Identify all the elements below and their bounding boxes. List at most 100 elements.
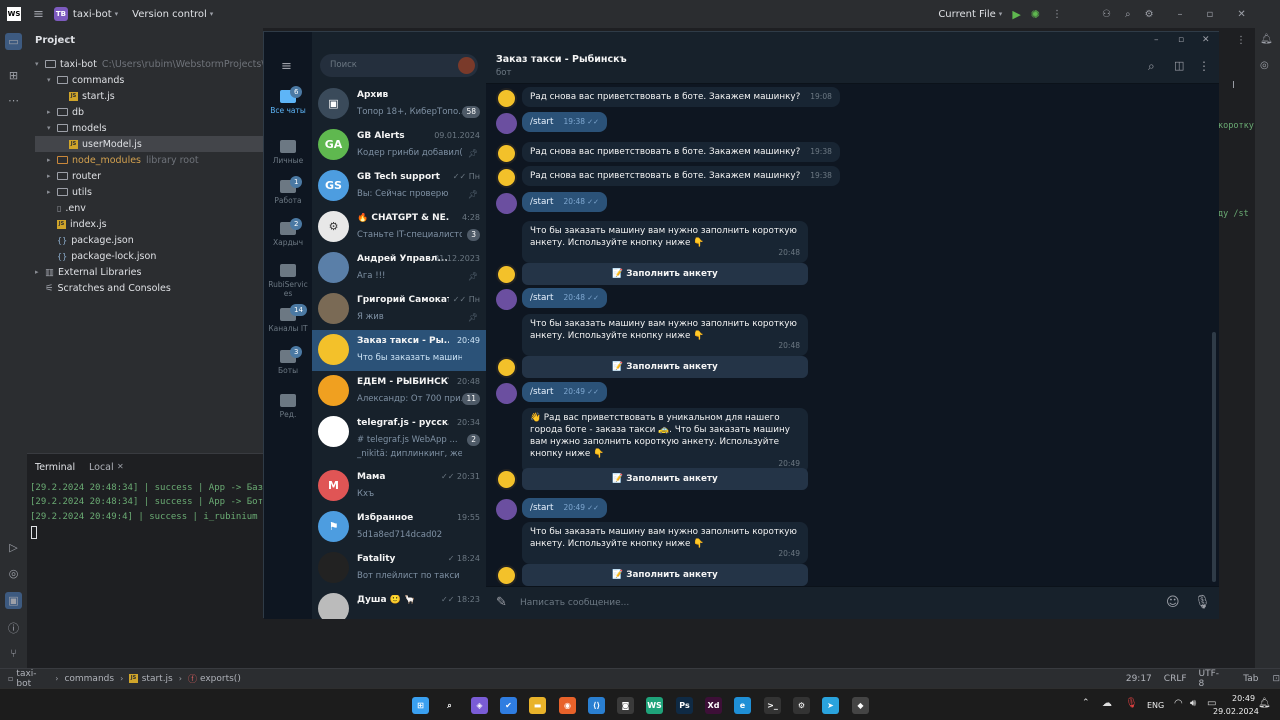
vpn-taskbar-icon[interactable]: ◙ [617, 697, 634, 714]
volume-icon[interactable]: 🔊︎ [1190, 698, 1196, 709]
fill-form-button[interactable]: 📝 Заполнить анкету [522, 564, 808, 586]
outgoing-message[interactable]: /start 20:49 ✓✓ [522, 382, 608, 402]
wifi-icon[interactable]: ◠ [1174, 698, 1183, 709]
microphone-icon[interactable]: 🎙︎ [1194, 595, 1211, 610]
terminal-tool-icon[interactable]: ▣ [5, 592, 22, 609]
problems-icon[interactable]: ⓘ [5, 619, 22, 636]
incoming-message[interactable]: 👋 Рад вас приветствовать в уникальном дл… [522, 408, 808, 474]
avatar[interactable] [496, 289, 517, 310]
chat-item[interactable]: ЕДЕМ - РЫБИНСКЪ 20:48 Александр: От 700 пр… [312, 371, 486, 412]
todo-taskbar-icon[interactable]: ✔ [500, 697, 517, 714]
minimize-icon[interactable]: – [1178, 9, 1183, 20]
bot-avatar[interactable] [496, 88, 517, 109]
chevron-icon[interactable]: ▸ [47, 172, 57, 180]
tree-item[interactable]: ▾ commands [47, 72, 124, 88]
chat-title[interactable]: Заказ такси - Рыбинскъ [496, 54, 627, 65]
avatar[interactable] [458, 57, 475, 74]
chevron-icon[interactable]: ▾ [47, 76, 57, 84]
chat-item[interactable]: ⚑ Избранное 19:55 5d1a8ed714dcad02 [312, 507, 486, 548]
hamburger-menu-icon[interactable]: ≡ [33, 7, 44, 22]
close-icon[interactable]: ✕ [1202, 35, 1210, 45]
tree-item[interactable]: ▯ .env [47, 200, 86, 216]
bot-avatar[interactable] [496, 264, 517, 285]
ide-logo-icon[interactable]: WS [7, 7, 21, 21]
search-icon[interactable]: ⌕ [1125, 9, 1131, 20]
incoming-message[interactable]: Рад снова вас приветствовать в боте. Зак… [522, 166, 840, 186]
chat-item[interactable]: Андрей Управл... 31.12.2023 Ага !!! 📌︎ [312, 248, 486, 289]
hamburger-menu-icon[interactable]: ≡ [281, 59, 292, 74]
message-input[interactable]: Написать сообщение... [520, 598, 629, 608]
git-icon[interactable]: ⑂ [5, 645, 22, 662]
more-icon[interactable]: ⋮ [1236, 35, 1246, 46]
outgoing-message[interactable]: /start 20:48 ✓✓ [522, 288, 608, 308]
bot-avatar[interactable] [496, 143, 517, 164]
project-switcher[interactable]: taxi-bot [73, 9, 112, 20]
telegram-taskbar-icon[interactable]: ➤ [822, 697, 839, 714]
breadcrumb-item[interactable]: commands [64, 674, 114, 684]
bot-avatar[interactable] [496, 167, 517, 188]
tree-item[interactable]: ▸ router [47, 168, 101, 184]
start-taskbar-icon[interactable]: ⊞ [412, 697, 429, 714]
search-box[interactable]: Поиск [320, 54, 478, 77]
add-user-icon[interactable]: ⚇ [1102, 9, 1111, 20]
chat-item[interactable]: telegraf.js - русск... 20:34 # telegraf.js… [312, 412, 486, 453]
chat-item[interactable]: Григорий Самокаты✓✓ Пн Я жив 📌︎ [312, 289, 486, 330]
project-tool-icon[interactable]: ▭ [5, 33, 22, 50]
xd-taskbar-icon[interactable]: Xd [705, 697, 722, 714]
edge-taskbar-icon[interactable]: e [734, 697, 751, 714]
project-panel-title[interactable]: Project [35, 35, 75, 46]
chat-item[interactable]: Заказ такси - Ры... 20:49 Что бы заказать … [312, 330, 486, 371]
chat-item[interactable]: GA GB Alerts 09.01.2024 Кодер гринби добави… [312, 125, 486, 166]
tree-item[interactable]: JS userModel.js [35, 136, 263, 152]
search-input[interactable]: Поиск [330, 60, 357, 70]
structure-icon[interactable]: ⊞ [5, 67, 22, 84]
obsidian-taskbar-icon[interactable]: ◆ [852, 697, 869, 714]
copilot-taskbar-icon[interactable]: ◈ [471, 697, 488, 714]
avatar[interactable] [496, 193, 517, 214]
breadcrumb-item[interactable]: start.js [142, 674, 173, 684]
search-taskbar-icon[interactable]: ⌕ [441, 697, 458, 714]
maximize-icon[interactable]: ▫ [1207, 9, 1214, 20]
photoshop-taskbar-icon[interactable]: Ps [676, 697, 693, 714]
folder-tab[interactable]: Хардыч 2 [264, 218, 312, 262]
chat-item[interactable]: Fatality ✓ 18:24 Вот плейлист по такси [312, 548, 486, 589]
incoming-message[interactable]: Что бы заказать машину вам нужно заполни… [522, 314, 808, 356]
cloud-icon[interactable]: ☁ [1102, 698, 1112, 709]
terminal-title[interactable]: Terminal [35, 462, 75, 473]
folder-tab[interactable]: Все чаты 6 [264, 86, 312, 130]
incoming-message[interactable]: Что бы заказать машину вам нужно заполни… [522, 221, 808, 263]
outgoing-message[interactable]: /start 19:38 ✓✓ [522, 112, 608, 132]
lock-icon[interactable]: ⊡ [1272, 674, 1280, 684]
bot-avatar[interactable] [496, 469, 517, 490]
tree-item[interactable]: JS index.js [47, 216, 107, 232]
more-icon[interactable]: ⋮ [1198, 59, 1210, 73]
tree-item[interactable]: {} package-lock.json [47, 248, 156, 264]
tree-item[interactable]: ▾ models [47, 120, 107, 136]
encoding[interactable]: UTF-8 [1199, 669, 1224, 689]
folder-tab[interactable]: Каналы IT 14 [264, 304, 312, 348]
clock-time[interactable]: 20:49 [1232, 694, 1255, 703]
terminal-tab-local[interactable]: Local [89, 462, 114, 473]
run-icon[interactable]: ▶ [1012, 8, 1020, 21]
folder-tab[interactable]: Ред. [264, 394, 312, 434]
debug-icon[interactable]: ✺ [1031, 8, 1040, 21]
emoji-icon[interactable]: ☺ [1166, 595, 1180, 610]
vscode-taskbar-icon[interactable]: ⟨⟩ [588, 697, 605, 714]
cursor-position[interactable]: 29:17 [1126, 674, 1152, 684]
language-indicator[interactable]: ENG [1147, 701, 1164, 710]
outgoing-message[interactable]: /start 20:48 ✓✓ [522, 192, 608, 212]
incoming-message[interactable]: Рад снова вас приветствовать в боте. Зак… [522, 87, 840, 107]
chevron-up-icon[interactable]: ⌃ [1082, 698, 1090, 708]
bell-icon[interactable]: 🔔︎ [1258, 698, 1271, 709]
chat-item[interactable]: ▣ Архив Топор 18+, КиберТопо... 58 [312, 84, 486, 125]
settings-taskbar-icon[interactable]: ⚙ [793, 697, 810, 714]
tree-item[interactable]: ▸ utils [47, 184, 92, 200]
tree-item[interactable]: ▸ ▥ External Libraries [35, 264, 141, 280]
bot-avatar[interactable] [496, 565, 517, 586]
avatar[interactable] [496, 383, 517, 404]
close-icon[interactable]: ✕ [117, 462, 124, 471]
minimize-icon[interactable]: – [1154, 35, 1159, 45]
chat-item[interactable]: ⚙ 🔥 CHATGPT & NE... 4:28 Станьте IT-специал… [312, 207, 486, 248]
chevron-icon[interactable]: ▾ [47, 124, 57, 132]
chat-item[interactable]: Душа 🙂 🦙 ✓✓ 18:23 [312, 589, 486, 619]
